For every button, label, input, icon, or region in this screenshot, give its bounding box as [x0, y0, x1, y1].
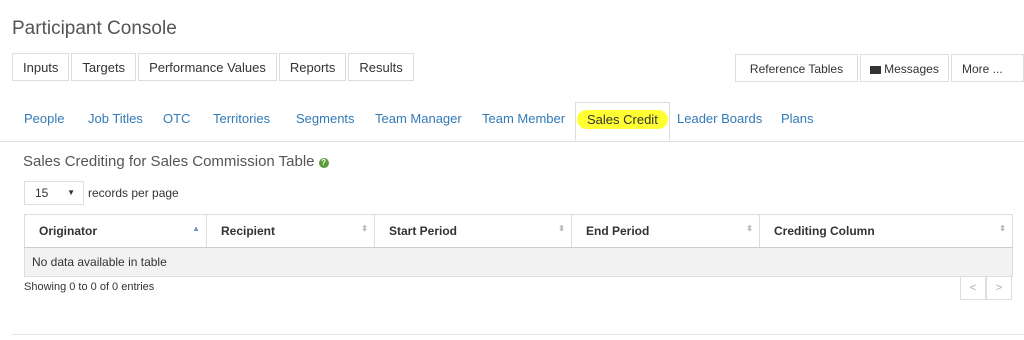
table-row: No data available in table: [24, 247, 1013, 277]
top-nav: Inputs Targets Performance Values Report…: [12, 53, 416, 81]
tab-job-titles[interactable]: Job Titles: [88, 102, 143, 136]
col-originator-label: Originator: [39, 224, 98, 238]
nav-targets-button[interactable]: Targets: [71, 53, 137, 81]
tab-plans[interactable]: Plans: [781, 102, 814, 136]
tab-sales-credit-label: Sales Credit: [577, 110, 668, 129]
records-per-page: 15 ▼ records per page: [24, 181, 179, 205]
divider: [12, 334, 1024, 335]
sort-icon: ⬍: [999, 224, 1006, 233]
envelope-icon: [870, 66, 882, 74]
sales-credit-table: Originator ▲ Recipient ⬍ Start Period ⬍ End…: [24, 214, 1013, 277]
page-title: Participant Console: [12, 18, 177, 39]
table-header-row: Originator ▲ Recipient ⬍ Start Period ⬍ End…: [24, 214, 1013, 248]
col-originator-header[interactable]: Originator ▲: [24, 214, 207, 248]
tab-team-manager[interactable]: Team Manager: [375, 102, 462, 136]
tab-segments[interactable]: Segments: [296, 102, 355, 136]
col-start-period-label: Start Period: [389, 224, 458, 238]
nav-reports-button[interactable]: Reports: [278, 53, 347, 81]
reference-tables-button[interactable]: Reference Tables: [735, 54, 858, 82]
sort-icon: ⬍: [746, 224, 753, 233]
top-right-nav: Reference Tables Messages More ...: [733, 54, 1024, 82]
tab-territories[interactable]: Territories: [213, 102, 270, 136]
tab-leader-boards[interactable]: Leader Boards: [677, 102, 762, 136]
col-end-period-label: End Period: [586, 224, 650, 238]
col-crediting-column-header[interactable]: Crediting Column ⬍: [759, 214, 1013, 248]
messages-label: Messages: [884, 62, 939, 76]
tab-bar: People Job Titles OTC Territories Segmen…: [0, 102, 1024, 142]
more-button[interactable]: More ...: [951, 54, 1024, 82]
page-length-select[interactable]: 15 ▼: [24, 181, 84, 205]
col-crediting-column-label: Crediting Column: [774, 224, 875, 238]
col-start-period-header[interactable]: Start Period ⬍: [374, 214, 572, 248]
sort-icon: ⬍: [361, 224, 368, 233]
col-recipient-header[interactable]: Recipient ⬍: [206, 214, 375, 248]
empty-table-message: No data available in table: [24, 247, 1013, 277]
nav-inputs-button[interactable]: Inputs: [12, 53, 70, 81]
page-length-value: 15: [35, 186, 49, 200]
nav-performance-values-button[interactable]: Performance Values: [138, 53, 277, 81]
records-per-page-label: records per page: [88, 186, 179, 200]
section-title: Sales Crediting for Sales Commission Tab…: [23, 153, 329, 170]
col-end-period-header[interactable]: End Period ⬍: [571, 214, 760, 248]
help-icon[interactable]: ?: [318, 158, 329, 168]
messages-button[interactable]: Messages: [860, 54, 949, 82]
tab-team-member[interactable]: Team Member: [482, 102, 565, 136]
sort-asc-icon: ▲: [192, 224, 200, 233]
next-page-button[interactable]: >: [986, 276, 1012, 300]
col-recipient-label: Recipient: [221, 224, 276, 238]
previous-page-button[interactable]: <: [960, 276, 986, 300]
nav-results-button[interactable]: Results: [348, 53, 414, 81]
tab-people[interactable]: People: [24, 102, 64, 136]
section-title-text: Sales Crediting for Sales Commission Tab…: [23, 153, 315, 170]
tab-sales-credit[interactable]: Sales Credit: [575, 102, 670, 141]
table-info: Showing 0 to 0 of 0 entries: [24, 281, 155, 293]
tab-otc[interactable]: OTC: [163, 102, 190, 136]
sort-icon: ⬍: [558, 224, 565, 233]
chevron-down-icon: ▼: [67, 188, 75, 197]
pagination: < >: [960, 276, 1012, 300]
